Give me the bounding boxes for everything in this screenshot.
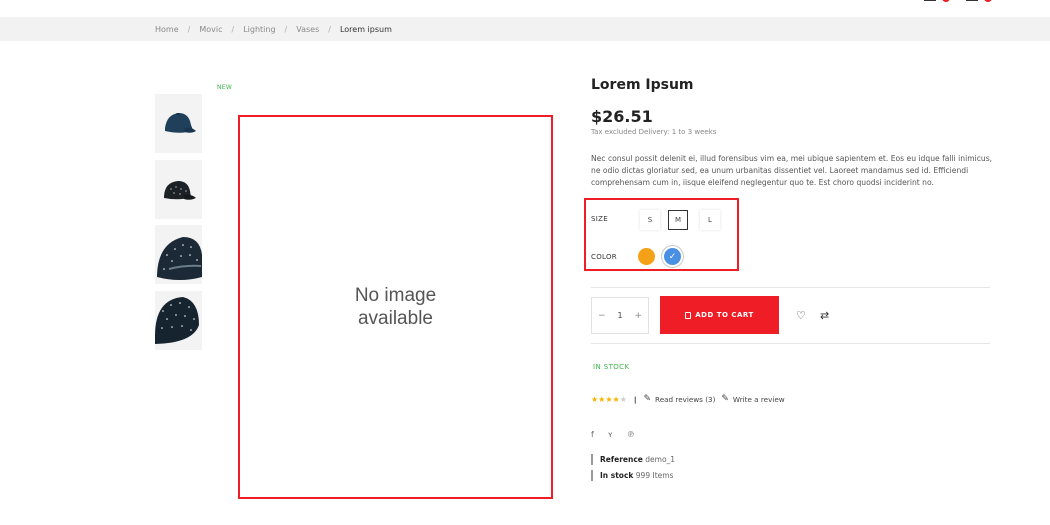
size-option-m[interactable]: M xyxy=(668,210,688,230)
reference-line: Reference demo_1 xyxy=(591,454,675,465)
cart-count-badge: 0 xyxy=(984,0,992,2)
add-to-cart-label: ADD TO CART xyxy=(695,311,754,319)
quantity-value[interactable]: 1 xyxy=(617,311,622,320)
divider xyxy=(591,343,990,344)
header-icons: 0 0 xyxy=(924,0,992,6)
size-option-l[interactable]: L xyxy=(700,210,720,230)
shopping-bag-icon xyxy=(685,311,692,319)
cap-thumbnail-image xyxy=(155,297,199,344)
separator: | xyxy=(633,394,637,404)
heart-icon[interactable]: ♡ xyxy=(796,309,806,322)
add-to-cart-button[interactable]: ADD TO CART xyxy=(660,296,779,334)
stock-status: IN STOCK xyxy=(593,363,630,371)
size-option-s[interactable]: S xyxy=(640,210,660,230)
twitter-icon[interactable]: ʏ xyxy=(608,430,613,439)
cap-thumbnail-image xyxy=(164,181,196,200)
breadcrumb-current: Lorem ipsum xyxy=(339,24,392,34)
wishlist-count-badge: 0 xyxy=(942,0,950,2)
breadcrumb-separator: / xyxy=(187,24,191,34)
product-price: $26.51 xyxy=(591,107,653,126)
rating-row: ★★★★★ | ✎ Read reviews (3) ✎ Write a rev… xyxy=(591,394,785,404)
divider xyxy=(591,287,990,288)
reference-value: demo_1 xyxy=(645,455,676,464)
color-label: COLOR xyxy=(591,253,617,261)
cart-icon[interactable]: 0 xyxy=(966,0,992,6)
social-share: f ʏ ℗ xyxy=(591,430,635,439)
cap-thumbnail-image xyxy=(165,113,196,133)
pencil-icon: ✎ xyxy=(721,394,729,404)
breadcrumb-home[interactable]: Home xyxy=(155,25,179,34)
cap-thumbnail-image xyxy=(157,237,202,280)
breadcrumb-separator: / xyxy=(328,24,331,34)
in-stock-value: 999 Items xyxy=(635,471,674,480)
thumbnail-2[interactable] xyxy=(155,160,202,219)
no-image-placeholder: No image available xyxy=(354,285,437,329)
breadcrumb-movic[interactable]: Movic xyxy=(199,25,222,34)
write-review-link[interactable]: Write a review xyxy=(733,395,785,404)
quantity-decrease-button[interactable]: − xyxy=(598,311,606,321)
color-swatch-blue[interactable]: ✓ xyxy=(664,248,681,265)
breadcrumb-separator: / xyxy=(231,24,235,34)
breadcrumb-vases[interactable]: Vases xyxy=(296,25,319,34)
checkmark-icon: ✓ xyxy=(668,251,677,262)
thumbnail-4[interactable] xyxy=(155,291,202,350)
in-stock-label: In stock xyxy=(600,471,634,480)
pinterest-icon[interactable]: ℗ xyxy=(627,430,635,439)
breadcrumb-lighting[interactable]: Lighting xyxy=(243,25,275,34)
compare-icon[interactable]: ⇄ xyxy=(820,309,829,322)
breadcrumb-separator: / xyxy=(284,24,288,34)
facebook-icon[interactable]: f xyxy=(591,430,594,439)
size-label: SIZE xyxy=(591,215,608,223)
tax-delivery-note: Tax excluded Delivery: 1 to 3 weeks xyxy=(591,128,717,136)
product-description: Nec consul possit delenit ei, illud fore… xyxy=(591,154,993,187)
new-badge: NEW xyxy=(217,84,233,91)
product-title: Lorem Ipsum xyxy=(591,77,694,93)
breadcrumb: Home / Movic / Lighting / Vases / Lorem … xyxy=(0,17,1050,41)
quantity-increase-button[interactable]: + xyxy=(634,311,642,321)
color-swatch-orange[interactable] xyxy=(638,248,655,265)
read-reviews-link[interactable]: Read reviews (3) xyxy=(655,395,715,404)
reference-label: Reference xyxy=(600,455,643,464)
thumbnail-3[interactable] xyxy=(155,225,202,284)
wishlist-icon[interactable]: 0 xyxy=(924,0,950,6)
stock-quantity-line: In stock 999 Items xyxy=(591,470,673,481)
main-product-image[interactable]: No image available xyxy=(238,115,553,499)
pencil-icon: ✎ xyxy=(643,394,652,404)
star-rating: ★★★★★ xyxy=(591,394,627,404)
thumbnail-1[interactable] xyxy=(155,94,202,153)
quantity-stepper[interactable]: − 1 + xyxy=(591,297,649,334)
